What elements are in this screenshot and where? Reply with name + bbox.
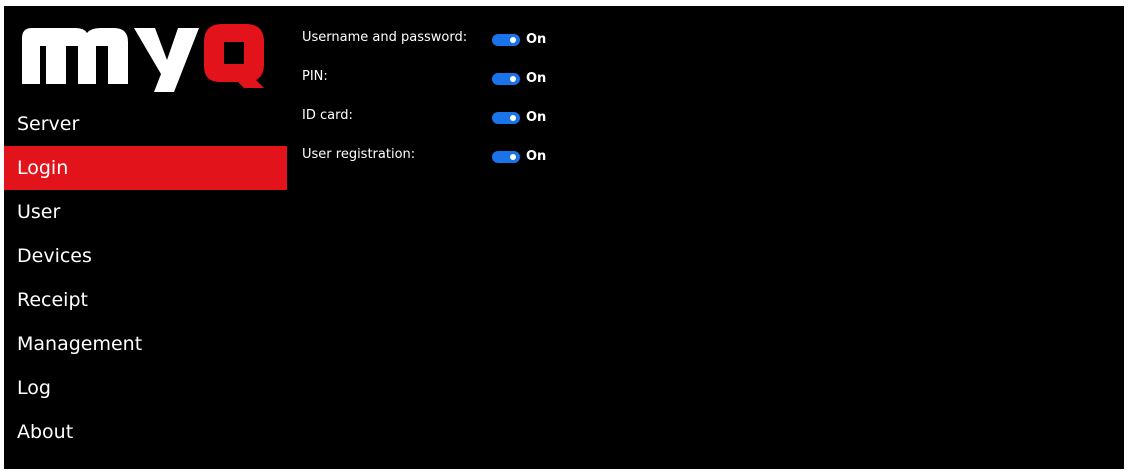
toggle-state-text: On <box>526 110 547 125</box>
toggle-knob <box>510 153 516 160</box>
username-password-toggle[interactable]: On <box>492 32 546 47</box>
setting-label: PIN: <box>302 69 328 84</box>
toggle-knob <box>510 36 516 43</box>
id-card-toggle[interactable]: On <box>492 110 546 125</box>
pin-toggle[interactable]: On <box>492 71 546 86</box>
setting-row-pin: PIN: On <box>302 65 902 104</box>
toggle-knob <box>510 75 516 82</box>
sidebar-item-management[interactable]: Management <box>4 322 287 366</box>
toggle-switch[interactable] <box>492 33 520 46</box>
toggle-state-text: On <box>526 71 547 86</box>
sidebar-item-devices[interactable]: Devices <box>4 234 287 278</box>
setting-row-user-registration: User registration: On <box>302 143 902 182</box>
setting-label: User registration: <box>302 147 416 162</box>
setting-label: ID card: <box>302 108 353 123</box>
toggle-switch[interactable] <box>492 111 520 124</box>
sidebar-item-about[interactable]: About <box>4 410 287 454</box>
sidebar-item-login[interactable]: Login <box>4 146 287 190</box>
toggle-state-text: On <box>526 149 547 164</box>
user-registration-toggle[interactable]: On <box>492 149 546 164</box>
setting-label: Username and password: <box>302 30 468 45</box>
app-window: Server Login User Devices Receipt Manage… <box>4 6 1124 469</box>
toggle-switch[interactable] <box>492 72 520 85</box>
setting-row-id-card: ID card: On <box>302 104 902 143</box>
toggle-state-text: On <box>526 32 547 47</box>
sidebar: Server Login User Devices Receipt Manage… <box>4 6 287 469</box>
sidebar-item-user[interactable]: User <box>4 190 287 234</box>
sidebar-item-server[interactable]: Server <box>4 102 287 146</box>
login-settings-panel: Username and password: On PIN: On ID car… <box>302 26 902 182</box>
setting-row-username-password: Username and password: On <box>302 26 902 65</box>
myq-logo <box>22 24 264 92</box>
toggle-knob <box>510 114 516 121</box>
sidebar-item-receipt[interactable]: Receipt <box>4 278 287 322</box>
toggle-switch[interactable] <box>492 150 520 163</box>
sidebar-item-log[interactable]: Log <box>4 366 287 410</box>
sidebar-nav: Server Login User Devices Receipt Manage… <box>4 102 287 454</box>
